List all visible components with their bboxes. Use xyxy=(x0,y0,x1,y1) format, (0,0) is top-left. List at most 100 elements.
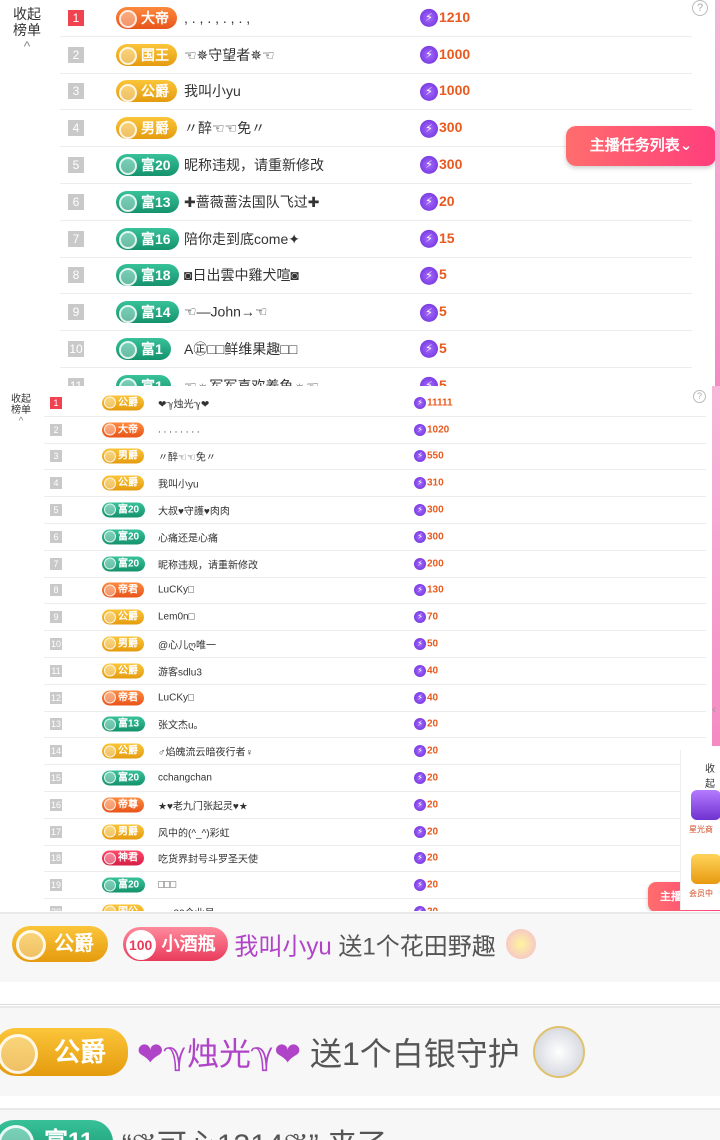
contribution-score: ⚡ 550 xyxy=(414,450,444,463)
username[interactable]: 游客sdlu3 xyxy=(158,663,202,678)
username[interactable]: 我叫小yu xyxy=(158,476,199,491)
help-icon[interactable]: ? xyxy=(692,0,708,16)
ranking-row[interactable]: 2 大帝 . . . . . . . . ⚡ 1020 xyxy=(44,417,706,444)
score-value: 40 xyxy=(427,665,439,677)
username[interactable]: . . . . . . . . xyxy=(158,424,200,435)
ranking-row[interactable]: 11 富1 ☜☼军军喜欢养鱼☼☜ ⚡5 xyxy=(60,368,692,386)
collapse-ranking-button[interactable]: 收起榜单 ^ xyxy=(8,394,34,427)
contribution-score: ⚡20 xyxy=(414,745,438,758)
score-value: 20 xyxy=(427,799,439,811)
ranking-row[interactable]: 2 国王 ☜✵守望者✵☜ ⚡ 1000 xyxy=(60,37,692,74)
member-center-icon[interactable] xyxy=(691,854,720,884)
username[interactable]: 张文杰u。 xyxy=(158,717,204,732)
username[interactable]: ✚蔷薇蔷法国队飞过✚ xyxy=(184,192,319,212)
lightning-icon: ⚡ xyxy=(414,504,426,517)
wealth-badge: 富11 xyxy=(0,1120,114,1140)
username[interactable]: ☜—John→☜ xyxy=(184,304,267,321)
rank-number: 19 xyxy=(50,879,62,892)
ranking-row[interactable]: 10 男爵 @心儿ღ唯一 ⚡ 50 xyxy=(44,631,706,658)
badge-emblem-icon xyxy=(104,637,116,650)
ranking-row[interactable]: 12 帝君 LuCKy□ ⚡ 40 xyxy=(44,685,706,712)
level-badge: 富13 xyxy=(116,190,179,213)
username[interactable]: ❤ℽ烛光ℽ❤ xyxy=(158,395,209,410)
ranking-row[interactable]: 18 神君 吃货界封号斗罗圣天使 ⚡ 20 xyxy=(44,846,706,873)
username[interactable]: LuCKy□ xyxy=(158,585,194,596)
message-username[interactable]: 我叫小yu xyxy=(234,934,331,961)
username[interactable]: 大叔♥守護♥肉肉 xyxy=(158,503,230,518)
username[interactable]: □□□ xyxy=(158,880,176,891)
rank-number: 4 xyxy=(50,477,62,490)
chevron-left-icon[interactable]: ‹ xyxy=(712,702,716,716)
ranking-row[interactable]: 20国公cvn80企业号⚡20 xyxy=(44,899,706,911)
contribution-score: ⚡ 40 xyxy=(414,664,439,677)
ranking-row[interactable]: 5 富20 大叔♥守護♥肉肉 ⚡ 300 xyxy=(44,497,706,524)
badge-emblem-icon xyxy=(119,83,137,102)
username[interactable]: 昵称违规，请重新修改 xyxy=(158,556,258,571)
contribution-score: ⚡20 xyxy=(414,798,439,811)
badge-emblem-icon xyxy=(104,396,116,409)
level-badge-label: 大帝 xyxy=(118,424,138,436)
message-username[interactable]: “❦可心1314❦” xyxy=(122,1129,319,1140)
star-shop-icon[interactable] xyxy=(691,790,720,820)
contribution-score: ⚡ 1000 xyxy=(420,46,470,64)
ranking-row[interactable]: 13 富13 张文杰u。 ⚡ 20 xyxy=(44,712,706,739)
caret-up-icon: ^ xyxy=(18,416,24,427)
username[interactable]: ☜☼军军喜欢养鱼☼☜ xyxy=(184,376,319,386)
username[interactable]: 我叫小yu xyxy=(184,81,241,101)
ranking-row[interactable]: 19 富20 □□□ ⚡ 20 xyxy=(44,872,706,900)
username[interactable]: 昵称违规，请重新修改 xyxy=(184,155,324,175)
username[interactable]: Lem0n□ xyxy=(158,612,195,623)
message-username[interactable]: ❤ℽ烛光ℽ❤ xyxy=(137,1036,301,1072)
ranking-row[interactable]: 9 富14 ☜—John→☜ ⚡ 5 xyxy=(60,294,692,332)
username[interactable]: cvn80企业号 xyxy=(158,905,215,911)
ranking-row[interactable]: 9 公爵 Lem0n□ ⚡ 70 xyxy=(44,604,706,632)
username[interactable]: @心儿ღ唯一 xyxy=(158,637,216,652)
collapse-ranking-button[interactable]: 收起榜单 ^ xyxy=(10,6,44,54)
username[interactable]: 〃醉☜☜免〃 xyxy=(184,118,265,138)
ranking-row[interactable]: 1 大帝 , . , . , . , . , ⚡ 1210 xyxy=(60,0,692,37)
badge-emblem-icon xyxy=(119,304,137,323)
username[interactable]: A㊣□□鲜维果趣□□ xyxy=(184,339,297,359)
username[interactable]: ★♥老九门张起灵♥★ xyxy=(158,797,248,812)
ranking-row[interactable]: 6 富20 心痛还是心痛 ⚡ 300 xyxy=(44,524,706,551)
score-value: 1210 xyxy=(439,8,471,25)
contribution-score: ⚡ 200 xyxy=(414,557,444,570)
ranking-row[interactable]: 11 公爵 游客sdlu3 ⚡ 40 xyxy=(44,658,706,685)
ranking-row[interactable]: 1 公爵 ❤ℽ烛光ℽ❤ ⚡ 11111 xyxy=(44,390,706,417)
message-text: 送1个白银守护 xyxy=(310,1036,520,1072)
ranking-row[interactable]: 15 富20 cchangchan ⚡ 20 xyxy=(44,765,706,792)
ranking-row[interactable]: 8 帝君 LuCKy□ ⚡ 130 xyxy=(44,578,706,605)
level-badge: 富20 xyxy=(102,502,146,518)
contribution-score: ⚡20 xyxy=(414,852,438,865)
ranking-row[interactable]: 3 男爵 〃醉☜☜免〃 ⚡ 550 xyxy=(44,444,706,471)
username[interactable]: 吃货界封号斗罗圣天使 xyxy=(158,851,258,866)
ranking-row[interactable]: 7 富16 陪你走到底come✦ ⚡ 15 xyxy=(60,221,692,258)
side-widget-collapse[interactable]: 收起 xyxy=(705,760,720,790)
level-badge-label: 国公 xyxy=(118,907,138,911)
username[interactable]: cchangchan xyxy=(158,773,212,784)
ranking-row[interactable]: 10 富1 A㊣□□鲜维果趣□□ ⚡ 5 xyxy=(60,331,692,368)
ranking-row[interactable]: 8 富18 ◙日出雲中雞犬喧◙ ⚡ 5 xyxy=(60,258,692,295)
ranking-row[interactable]: 16 帝尊 ★♥老九门张起灵♥★ ⚡ 20 xyxy=(44,792,706,819)
username[interactable]: 心痛还是心痛 xyxy=(158,529,218,544)
username[interactable]: , . , . , . , . , xyxy=(184,10,250,26)
username[interactable]: ☜✵守望者✵☜ xyxy=(184,45,275,65)
ranking-row[interactable]: 4 公爵 我叫小yu ⚡ 310 xyxy=(44,470,706,498)
ranking-row[interactable]: 17 男爵 风中的(^_^)彩虹 ⚡ 20 xyxy=(44,819,706,846)
username[interactable]: 风中的(^_^)彩虹 xyxy=(158,824,230,839)
ranking-row[interactable]: 3 公爵 我叫小yu ⚡ 1000 xyxy=(60,74,692,111)
username[interactable]: ♂焰魄流云暗夜行者♀ xyxy=(158,744,253,759)
streamer-task-list-button[interactable]: 主播任务列表⌄ xyxy=(566,126,716,166)
username[interactable]: ◙日出雲中雞犬喧◙ xyxy=(184,265,299,285)
username[interactable]: 〃醉☜☜免〃 xyxy=(158,449,216,464)
ranking-row[interactable]: 14 公爵 ♂焰魄流云暗夜行者♀ ⚡ 20 xyxy=(44,738,706,766)
crown-icon xyxy=(16,929,46,960)
contribution-score: ⚡20 xyxy=(414,718,438,731)
ranking-row[interactable]: 6 富13 ✚蔷薇蔷法国队飞过✚ ⚡ 20 xyxy=(60,184,692,221)
ranking-row[interactable]: 7 富20 昵称违规，请重新修改 ⚡ 200 xyxy=(44,551,706,578)
score-value: 300 xyxy=(439,119,463,136)
side-widget: 收起 星光商 会员中 xyxy=(680,750,720,910)
lightning-icon: ⚡ xyxy=(414,423,426,436)
username[interactable]: LuCKy□ xyxy=(158,692,194,703)
username[interactable]: 陪你走到底come✦ xyxy=(184,229,300,249)
